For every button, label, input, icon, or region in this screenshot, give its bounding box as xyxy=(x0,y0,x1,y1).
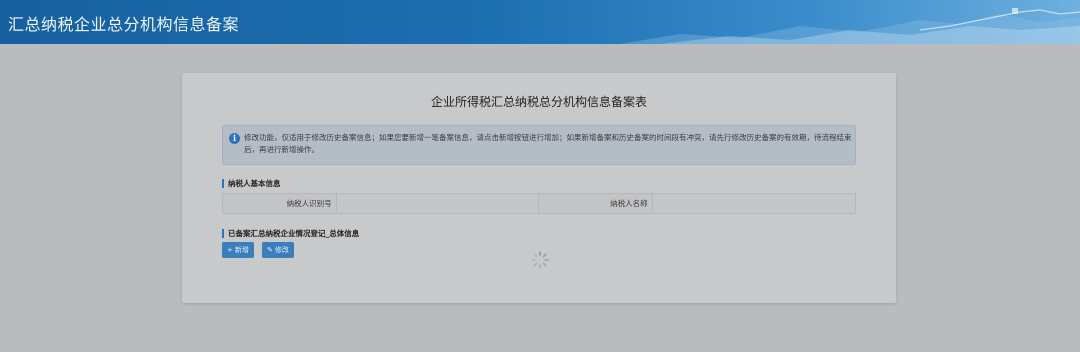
top-banner: 汇总纳税企业总分机构信息备案 xyxy=(0,0,1080,44)
loading-spinner-icon xyxy=(531,251,549,269)
taxpayer-name-value xyxy=(652,194,855,213)
notice-text: 修改功能，仅适用于修改历史备案信息；如果您要新增一笔备案信息，请点击新增按钮进行… xyxy=(244,133,852,154)
section-taxpayer-basic: 纳税人基本信息 xyxy=(222,178,281,189)
form-title: 企业所得税汇总纳税总分机构信息备案表 xyxy=(430,95,647,109)
taxpayer-name-label: 纳税人名称 xyxy=(539,194,653,213)
pencil-icon: ✎ xyxy=(267,246,273,254)
great-wall-illustration xyxy=(620,8,1080,44)
notice-box: i 修改功能，仅适用于修改历史备案信息；如果您要新增一笔备案信息，请点击新增按钮… xyxy=(222,125,856,165)
taxpayer-info-row: 纳税人识别号 纳税人名称 xyxy=(222,193,856,214)
add-button[interactable]: + 新增 xyxy=(222,242,254,258)
edit-button[interactable]: ✎ 修改 xyxy=(262,242,294,258)
section-registered-info: 已备案汇总纳税企业情况登记_总体信息 xyxy=(222,228,359,239)
edit-button-label: 修改 xyxy=(274,246,289,254)
plus-icon: + xyxy=(227,246,233,254)
app-title: 汇总纳税企业总分机构信息备案 xyxy=(8,15,240,34)
taxpayer-id-label: 纳税人识别号 xyxy=(223,194,337,213)
taxpayer-id-value xyxy=(336,194,539,213)
info-icon: i xyxy=(229,133,240,144)
add-button-label: 新增 xyxy=(234,246,249,254)
